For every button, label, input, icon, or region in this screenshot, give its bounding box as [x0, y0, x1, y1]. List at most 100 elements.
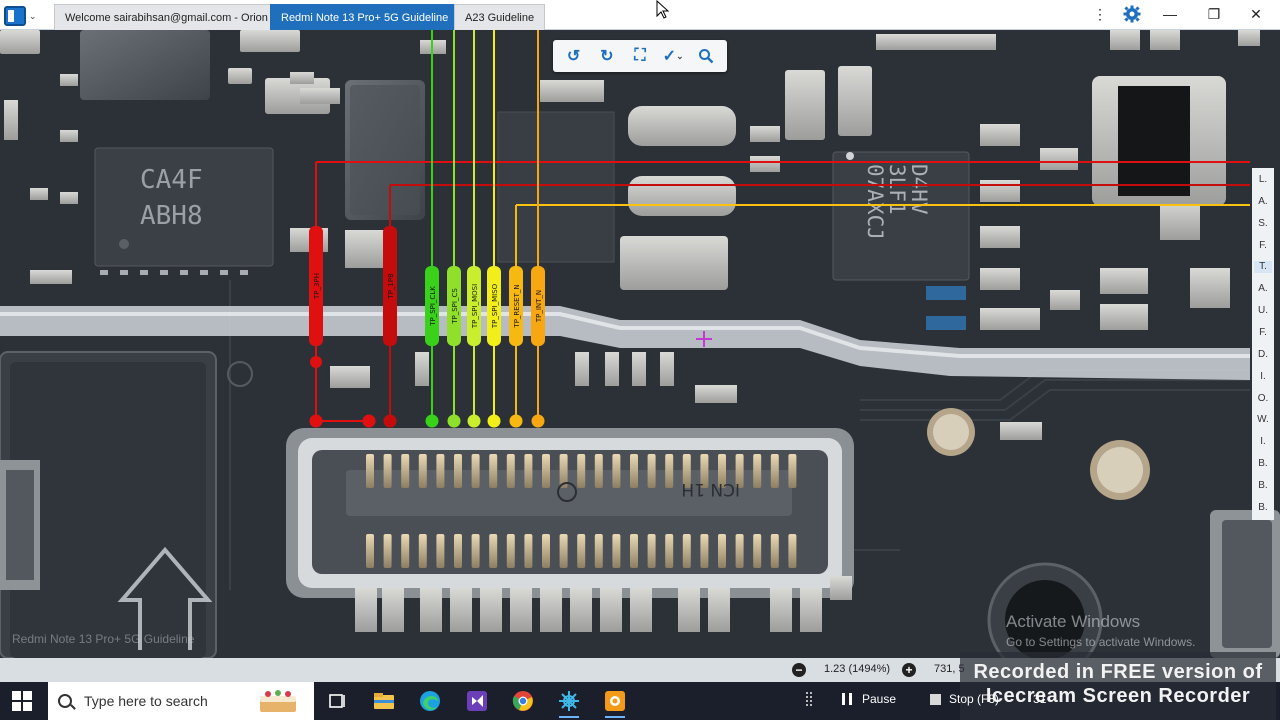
connector-pin: [788, 534, 797, 568]
side-panel-letter[interactable]: B.: [1258, 480, 1267, 492]
side-panel-letter[interactable]: U.: [1258, 305, 1268, 317]
close-button[interactable]: ✕: [1236, 0, 1276, 28]
chevron-down-icon: ⌄: [676, 50, 684, 61]
side-panel-letter[interactable]: I.: [1260, 436, 1266, 448]
connector-pin: [770, 534, 779, 568]
restore-button[interactable]: ❐: [1194, 0, 1234, 28]
visual-studio-button[interactable]: [464, 688, 490, 714]
app-menu-button[interactable]: ⌄: [4, 5, 42, 27]
board-viewer[interactable]: CA4F ABH8 D4HV 3LF1 07AXCJ ICN 1H TP_3PH…: [0, 30, 1280, 658]
tab-redmi-note-13-guideline[interactable]: Redmi Note 13 Pro+ 5G Guideline: [270, 4, 460, 30]
test-point-dot[interactable]: [425, 414, 439, 428]
settings-button[interactable]: [1112, 0, 1152, 28]
fit-screen-button[interactable]: ⛶: [627, 43, 653, 69]
stop-label: Stop (F8): [949, 692, 1000, 706]
activate-subtitle: Go to Settings to activate Windows.: [1006, 635, 1196, 649]
taskbar-search-box[interactable]: Type here to search: [48, 682, 314, 720]
minimize-icon: —: [1163, 6, 1177, 22]
search-icon: [58, 694, 72, 708]
side-panel-letter[interactable]: L.: [1259, 174, 1267, 186]
connector-pin: [665, 534, 674, 568]
connector-pin: [489, 454, 498, 488]
connector-pin: [471, 534, 480, 568]
side-panel-letter[interactable]: B.: [1258, 502, 1267, 514]
search-highlight-icon: [260, 690, 296, 712]
test-point-dot[interactable]: [531, 414, 545, 428]
test-point-label: TP_SPI_CS: [451, 288, 459, 325]
connector-pin: [418, 454, 427, 488]
side-panel-letter[interactable]: A.: [1258, 283, 1267, 295]
test-point-dot[interactable]: [467, 414, 481, 428]
icecream-recorder-button[interactable]: [602, 688, 628, 718]
close-icon: ✕: [1250, 5, 1262, 22]
test-point-label: TP_1P8: [387, 273, 395, 299]
search-button[interactable]: [693, 43, 719, 69]
minimize-button[interactable]: —: [1150, 0, 1190, 28]
component-side-panel: L. A. S. F. T. A. U. F. D. I. O. W. I. B. B. B.: [1252, 168, 1274, 520]
side-panel-letter[interactable]: B.: [1258, 458, 1267, 470]
test-point-label: TP_SPI_CLK: [429, 286, 437, 327]
test-point-dot[interactable]: [362, 414, 376, 428]
pause-icon: [842, 693, 852, 705]
chevron-down-icon: ⌄: [29, 10, 37, 21]
orion-app-button[interactable]: [556, 688, 582, 718]
chrome-icon: [512, 691, 533, 711]
search-placeholder: Type here to search: [84, 693, 208, 709]
edge-button[interactable]: [417, 688, 443, 714]
test-point-dot[interactable]: [447, 414, 461, 428]
connector-pin: [700, 534, 709, 568]
connector-pin: [682, 534, 691, 568]
test-point-dot[interactable]: [509, 414, 523, 428]
tab-welcome[interactable]: Welcome sairabihsan@gmail.com - Orion: [54, 4, 279, 30]
rotate-left-button[interactable]: ↺: [561, 43, 587, 69]
side-panel-letter[interactable]: T.: [1254, 261, 1272, 274]
test-point-label: TP_SPI_MOSI: [471, 284, 479, 329]
side-panel-letter[interactable]: I.: [1260, 371, 1266, 383]
stop-button[interactable]: Stop (F8): [930, 692, 999, 706]
connector-pin: [753, 534, 762, 568]
recorder-controls: Pause Stop (F8) 31: [806, 692, 1046, 706]
select-tool-button[interactable]: ✓ ⌄: [660, 43, 686, 69]
chip-marking-07axcj: 07AXCJ: [863, 164, 887, 240]
chip-marking-d4hv: D4HV: [907, 164, 931, 215]
side-panel-letter[interactable]: D.: [1258, 349, 1268, 361]
connector-pin: [454, 534, 462, 568]
side-panel-letter[interactable]: F.: [1259, 327, 1267, 339]
test-point-dot[interactable]: [383, 414, 397, 428]
pause-button[interactable]: Pause: [842, 692, 896, 706]
test-point-dot[interactable]: [487, 414, 501, 428]
connector-pin: [383, 454, 392, 488]
pause-label: Pause: [862, 692, 897, 706]
zoom-out-button[interactable]: −: [792, 663, 806, 677]
file-explorer-button[interactable]: [371, 688, 397, 714]
side-panel-letter[interactable]: A.: [1258, 196, 1267, 208]
connector-pin: [612, 454, 621, 488]
icecream-recorder-icon: [605, 691, 625, 711]
test-point-dot[interactable]: [309, 414, 323, 428]
connector-pin: [542, 454, 550, 488]
side-panel-letter[interactable]: O.: [1258, 393, 1269, 405]
start-button[interactable]: [12, 691, 32, 711]
side-panel-letter[interactable]: S.: [1258, 218, 1267, 230]
rotate-right-button[interactable]: ↻: [594, 43, 620, 69]
chrome-button[interactable]: [510, 688, 536, 714]
side-panel-letter[interactable]: F.: [1259, 240, 1267, 252]
connector-pin: [753, 454, 762, 488]
zoom-in-button[interactable]: +: [902, 663, 916, 677]
visual-studio-icon: [467, 691, 487, 711]
test-point-dot[interactable]: [310, 356, 322, 368]
gear-icon: [1123, 5, 1141, 23]
zoom-level: 1.23 (1494%): [824, 663, 891, 675]
chip-marking-abh8: ABH8: [140, 201, 203, 231]
side-panel-letter[interactable]: W.: [1257, 414, 1269, 426]
tab-label: Welcome sairabihsan@gmail.com - Orion: [65, 11, 268, 24]
restore-icon: ❐: [1207, 5, 1221, 22]
drag-handle-icon[interactable]: [806, 692, 812, 706]
tab-a23-guideline[interactable]: A23 Guideline: [454, 4, 546, 30]
task-view-button[interactable]: [324, 688, 350, 714]
connector-pin: [630, 454, 638, 488]
connector-pin: [612, 534, 621, 568]
test-point-label: TP_RESET_N: [513, 284, 521, 328]
rotate-right-icon: ↻: [600, 48, 614, 65]
board-name-watermark: Redmi Note 13 Pro+ 5G Guideline: [12, 632, 195, 646]
